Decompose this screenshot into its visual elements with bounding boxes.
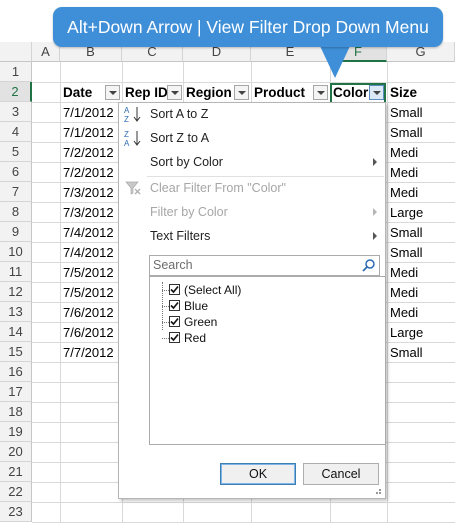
svg-text:Z: Z <box>124 115 129 124</box>
date-cell[interactable]: 7/1/2012 <box>60 123 122 143</box>
row-header-12[interactable]: 12 <box>0 282 32 302</box>
date-cell[interactable]: 7/6/2012 <box>60 323 122 343</box>
date-cell[interactable]: 7/3/2012 <box>60 203 122 223</box>
size-cell[interactable]: Large <box>387 203 455 223</box>
row-header-8[interactable]: 8 <box>0 202 32 222</box>
row-header-15[interactable]: 15 <box>0 342 32 362</box>
menu-filter-by-color[interactable]: Filter by Color <box>119 201 385 223</box>
size-cell[interactable]: Large <box>387 323 455 343</box>
row-header-6[interactable]: 6 <box>0 162 32 182</box>
row-header-11[interactable]: 11 <box>0 262 32 282</box>
size-cell[interactable]: Small <box>387 103 455 123</box>
menu-text-filters[interactable]: Text Filters <box>119 225 385 247</box>
row-header-16[interactable]: 16 <box>0 362 32 382</box>
date-cell[interactable]: 7/4/2012 <box>60 223 122 243</box>
row-header-4[interactable]: 4 <box>0 122 32 142</box>
size-cell[interactable]: Medi <box>387 143 455 163</box>
submenu-arrow-icon <box>373 232 377 240</box>
row-header-3[interactable]: 3 <box>0 102 32 122</box>
size-cell[interactable]: Small <box>387 223 455 243</box>
submenu-arrow-icon <box>373 158 377 166</box>
date-cell[interactable]: 7/6/2012 <box>60 303 122 323</box>
select-all-corner[interactable] <box>0 42 32 62</box>
size-cell[interactable]: Medi <box>387 163 455 183</box>
shortcut-callout: Alt+Down Arrow | View Filter Drop Down M… <box>53 7 443 47</box>
size-cell[interactable]: Medi <box>387 183 455 203</box>
sort-a-to-z-icon: A Z <box>124 106 141 124</box>
row-header-13[interactable]: 13 <box>0 302 32 322</box>
row-header-10[interactable]: 10 <box>0 242 32 262</box>
row-header-18[interactable]: 18 <box>0 402 32 422</box>
sort-z-to-a-icon: Z A <box>124 130 141 148</box>
date-cell[interactable]: 7/3/2012 <box>60 183 122 203</box>
submenu-arrow-icon <box>373 208 377 216</box>
filter-dropdown-rep-id[interactable] <box>167 85 182 100</box>
search-input[interactable]: Search <box>149 255 380 276</box>
date-cell[interactable]: 7/2/2012 <box>60 163 122 183</box>
row-header-5[interactable]: 5 <box>0 142 32 162</box>
svg-text:A: A <box>124 139 130 148</box>
resize-grip-icon[interactable] <box>372 485 382 495</box>
date-cell[interactable]: 7/5/2012 <box>60 283 122 303</box>
size-cell[interactable]: Medi <box>387 283 455 303</box>
callout-pointer <box>320 46 350 78</box>
filter-dropdown-menu: A Z Sort A to Z Z A Sort Z to A Sort by … <box>118 102 386 499</box>
row-header-23[interactable]: 23 <box>0 502 32 522</box>
menu-sort-z-to-a[interactable]: Z A Sort Z to A <box>119 127 385 149</box>
checkbox-checked-icon[interactable] <box>169 316 180 327</box>
filter-value-list: (Select All) Blue Green Red <box>149 276 386 445</box>
size-cell[interactable]: Small <box>387 123 455 143</box>
size-cell[interactable]: Medi <box>387 303 455 323</box>
filter-dropdown-region[interactable] <box>234 85 249 100</box>
row-header-9[interactable]: 9 <box>0 222 32 242</box>
row-header-22[interactable]: 22 <box>0 482 32 502</box>
size-cell[interactable]: Small <box>387 343 455 363</box>
date-cell[interactable]: 7/7/2012 <box>60 343 122 363</box>
row-header-7[interactable]: 7 <box>0 182 32 202</box>
row-header-19[interactable]: 19 <box>0 422 32 442</box>
size-cell[interactable]: Medi <box>387 263 455 283</box>
row-header-14[interactable]: 14 <box>0 322 32 342</box>
svg-text:Z: Z <box>124 130 129 139</box>
svg-text:A: A <box>124 106 130 115</box>
date-cell[interactable]: 7/5/2012 <box>60 263 122 283</box>
filter-dropdown-date[interactable] <box>105 85 120 100</box>
cancel-button[interactable]: Cancel <box>303 463 379 485</box>
date-cell[interactable]: 7/1/2012 <box>60 103 122 123</box>
ok-button[interactable]: OK <box>220 463 296 485</box>
active-cell-highlight <box>330 83 386 104</box>
clear-filter-icon <box>125 181 141 195</box>
checkbox-checked-icon[interactable] <box>169 284 180 295</box>
menu-clear-filter[interactable]: Clear Filter From "Color" <box>119 177 385 199</box>
checkbox-checked-icon[interactable] <box>169 332 180 343</box>
row-header-20[interactable]: 20 <box>0 442 32 462</box>
row-header-17[interactable]: 17 <box>0 382 32 402</box>
row-header-21[interactable]: 21 <box>0 462 32 482</box>
menu-sort-by-color[interactable]: Sort by Color <box>119 151 385 173</box>
filter-dropdown-product[interactable] <box>313 85 328 100</box>
date-cell[interactable]: 7/4/2012 <box>60 243 122 263</box>
row-header-1[interactable]: 1 <box>0 62 32 82</box>
size-cell[interactable]: Small <box>387 243 455 263</box>
search-icon <box>362 259 375 272</box>
date-cell[interactable]: 7/2/2012 <box>60 143 122 163</box>
row-header-2[interactable]: 2 <box>0 82 32 102</box>
menu-sort-a-to-z[interactable]: A Z Sort A to Z <box>119 103 385 125</box>
header-size[interactable]: Size <box>387 83 455 103</box>
checkbox-checked-icon[interactable] <box>169 300 180 311</box>
